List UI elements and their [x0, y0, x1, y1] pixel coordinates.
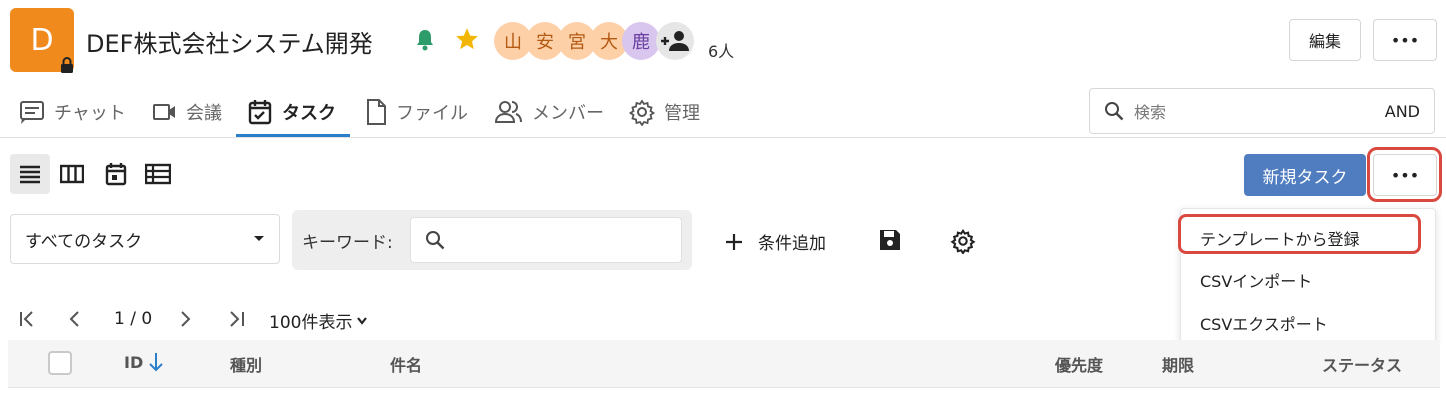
column-due[interactable]: 期限: [1162, 352, 1194, 376]
menu-item-highlight: [1178, 214, 1421, 254]
tabs-divider: [0, 137, 1446, 138]
settings-icon: [628, 99, 656, 126]
table-view-button[interactable]: [138, 154, 178, 194]
column-priority[interactable]: 優先度: [1055, 352, 1103, 376]
tab-file[interactable]: ファイル: [364, 96, 468, 128]
chevron-down-icon: [357, 316, 368, 325]
save-icon: [880, 230, 900, 250]
menu-item-csv-export[interactable]: CSVエクスポート: [1200, 311, 1328, 335]
page-indicator: 1 / 0: [114, 309, 153, 329]
tab-meeting[interactable]: 会議: [152, 96, 222, 128]
search-placeholder: 検索: [1134, 103, 1167, 122]
member-avatar[interactable]: 鹿: [622, 22, 660, 60]
first-page-button[interactable]: [18, 306, 38, 332]
keyword-label: キーワード:: [302, 233, 393, 253]
board-view-button[interactable]: [52, 154, 92, 194]
table-header: [8, 340, 1440, 388]
calendar-icon: [105, 163, 127, 186]
tab-label: ファイル: [396, 103, 468, 124]
filter-settings-button[interactable]: [950, 228, 976, 258]
column-type[interactable]: 種別: [230, 352, 262, 376]
avatar-initial: 鹿: [632, 32, 650, 53]
tab-label: メンバー: [532, 103, 604, 124]
prev-page-button[interactable]: [68, 306, 82, 332]
first-page-icon: [20, 311, 33, 327]
more-button-highlight: [1367, 147, 1442, 202]
per-page-value: 100件表示: [269, 313, 353, 333]
avatar-initial: 宮: [568, 32, 586, 53]
column-subject[interactable]: 件名: [390, 352, 422, 376]
select-all-checkbox[interactable]: [48, 351, 72, 375]
table-icon: [145, 163, 171, 185]
new-task-button[interactable]: 新規タスク: [1244, 154, 1366, 196]
task-icon: [248, 100, 272, 125]
caret-down-icon: [254, 236, 264, 241]
lock-icon: [58, 56, 76, 74]
search-icon: [1105, 102, 1124, 121]
search-icon: [426, 231, 445, 250]
tab-members[interactable]: メンバー: [494, 96, 604, 128]
last-page-icon: [230, 311, 244, 327]
chevron-right-icon: [181, 311, 191, 327]
search-mode-toggle[interactable]: AND: [1385, 102, 1420, 121]
project-title: DEF株式会社システム開発: [86, 30, 373, 58]
board-icon: [60, 164, 84, 184]
save-filter-button[interactable]: [878, 228, 902, 256]
header-more-button[interactable]: •••: [1373, 19, 1437, 61]
gear-icon: [950, 228, 976, 255]
avatar-initial: 大: [600, 32, 618, 53]
tab-label: 会議: [186, 103, 222, 124]
tab-chat[interactable]: チャット: [18, 96, 126, 128]
plus-icon: [726, 233, 742, 250]
add-person-icon: [661, 31, 689, 51]
column-status[interactable]: ステータス: [1322, 352, 1402, 376]
star-icon[interactable]: [454, 26, 480, 52]
tab-task[interactable]: タスク: [246, 96, 336, 128]
tab-label: タスク: [282, 103, 336, 124]
avatar-initial: 安: [536, 32, 554, 53]
add-member-button[interactable]: [656, 22, 694, 60]
tab-label: 管理: [664, 103, 700, 124]
tab-label: チャット: [54, 103, 126, 124]
project-icon-letter: D: [30, 22, 54, 58]
per-page-select[interactable]: 100件表示: [269, 308, 368, 333]
list-icon: [20, 165, 40, 184]
video-icon: [153, 104, 175, 120]
task-filter-value: すべてのタスク: [25, 231, 143, 252]
add-condition-button[interactable]: 条件追加: [724, 229, 826, 254]
member-count: 6人: [708, 42, 735, 61]
file-icon: [367, 99, 386, 125]
sort-down-icon: [149, 353, 163, 372]
keyword-input[interactable]: [410, 217, 682, 263]
column-label: ID: [124, 352, 144, 372]
avatar-initial: 山: [504, 32, 522, 53]
add-condition-label: 条件追加: [758, 234, 826, 254]
members-icon: [494, 101, 522, 123]
chevron-left-icon: [69, 311, 79, 327]
next-page-button[interactable]: [178, 306, 192, 332]
menu-item-csv-import[interactable]: CSVインポート: [1200, 268, 1312, 292]
chat-icon: [20, 101, 44, 124]
column-id[interactable]: ID: [124, 352, 163, 372]
list-view-button[interactable]: [10, 154, 50, 194]
edit-button[interactable]: 編集: [1289, 19, 1361, 61]
search-field[interactable]: 検索 AND: [1089, 88, 1435, 134]
last-page-button[interactable]: [226, 306, 246, 332]
task-filter-select[interactable]: すべてのタスク: [10, 214, 280, 264]
calendar-view-button[interactable]: [96, 154, 136, 194]
bell-icon[interactable]: [414, 28, 436, 52]
tab-admin[interactable]: 管理: [628, 96, 700, 128]
